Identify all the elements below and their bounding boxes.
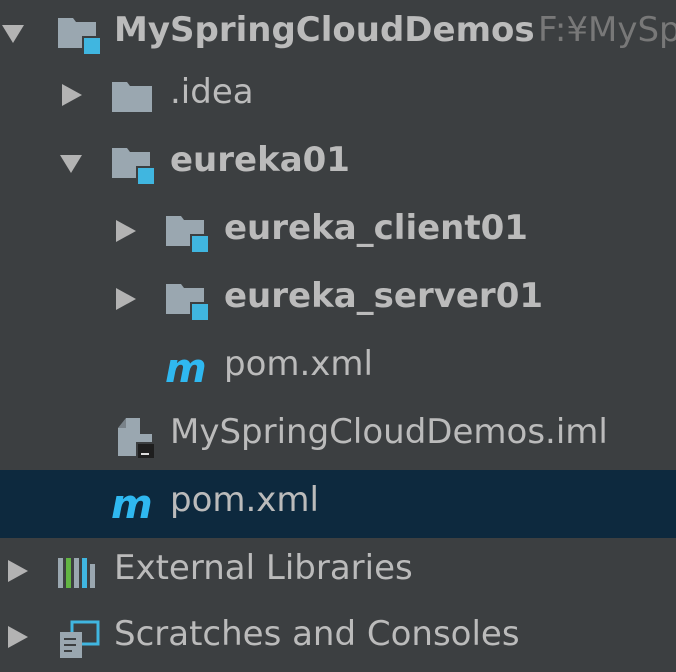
tree-row-root-pom[interactable]: m pom.xml (0, 470, 676, 538)
iml-file-label: MySpringCloudDemos.iml (170, 412, 608, 452)
libraries-icon (56, 550, 100, 594)
root-pom-label: pom.xml (170, 480, 319, 520)
eureka-client01-label: eureka_client01 (224, 208, 528, 248)
tree-row-scratches[interactable]: Scratches and Consoles (0, 604, 676, 672)
svg-text:m: m (111, 482, 153, 526)
scratches-icon (56, 616, 100, 660)
maven-icon: m (164, 346, 208, 390)
folder-icon (110, 74, 154, 118)
collapse-arrow-icon[interactable] (112, 218, 138, 244)
eureka01-pom-label: pom.xml (224, 344, 373, 384)
expand-arrow-icon[interactable] (58, 150, 84, 176)
eureka01-label: eureka01 (170, 140, 350, 180)
module-folder-icon (164, 278, 208, 322)
tree-row-iml-file[interactable]: MySpringCloudDemos.iml (0, 402, 676, 470)
eureka-server01-label: eureka_server01 (224, 276, 544, 316)
module-folder-icon (56, 12, 100, 56)
tree-row-eureka-client01[interactable]: eureka_client01 (0, 198, 676, 266)
collapse-arrow-icon[interactable] (4, 558, 30, 584)
project-root-path: F:¥MySp (538, 10, 676, 50)
module-folder-icon (164, 210, 208, 254)
tree-row-eureka01-pom[interactable]: m pom.xml (0, 334, 676, 402)
project-root-label: MySpringCloudDemos (114, 10, 535, 50)
tree-row-external-libraries[interactable]: External Libraries (0, 538, 676, 606)
project-tree: MySpringCloudDemos F:¥MySp .idea eureka0… (0, 0, 676, 660)
collapse-arrow-icon[interactable] (58, 82, 84, 108)
maven-icon: m (110, 482, 154, 526)
collapse-arrow-icon[interactable] (4, 624, 30, 650)
expand-arrow-icon[interactable] (0, 20, 26, 46)
external-libraries-label: External Libraries (114, 548, 413, 588)
iml-file-icon (112, 414, 156, 458)
tree-row-eureka01[interactable]: eureka01 (0, 130, 676, 198)
scratches-label: Scratches and Consoles (114, 614, 520, 654)
tree-row-idea[interactable]: .idea (0, 62, 676, 130)
tree-row-project-root[interactable]: MySpringCloudDemos F:¥MySp (0, 0, 676, 68)
module-folder-icon (110, 142, 154, 186)
svg-text:m: m (165, 346, 207, 390)
collapse-arrow-icon[interactable] (112, 286, 138, 312)
idea-folder-label: .idea (170, 72, 254, 112)
tree-row-eureka-server01[interactable]: eureka_server01 (0, 266, 676, 334)
